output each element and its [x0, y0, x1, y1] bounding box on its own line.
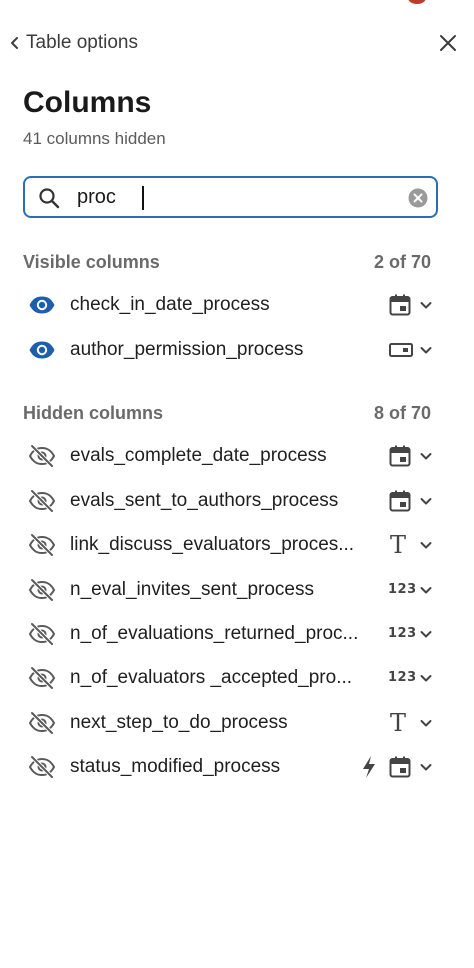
hidden-columns-count: 41 columns hidden — [23, 129, 166, 148]
eye-hidden-icon[interactable] — [28, 666, 56, 690]
column-name: evals_complete_date_process — [70, 445, 327, 466]
column-row[interactable]: author_permission_process — [0, 330, 474, 370]
notification-dot — [408, 0, 426, 4]
lightning-icon — [363, 756, 375, 778]
eye-hidden-icon[interactable] — [28, 578, 56, 602]
column-name: n_of_evaluations_returned_proc... — [70, 623, 359, 644]
chevron-down-icon[interactable] — [418, 537, 434, 553]
eye-hidden-icon[interactable] — [28, 755, 56, 779]
search-input[interactable] — [77, 184, 397, 210]
column-row[interactable]: evals_complete_date_process — [0, 436, 474, 476]
eye-visible-icon[interactable] — [28, 338, 56, 362]
chevron-down-icon[interactable] — [418, 493, 434, 509]
column-row[interactable]: evals_sent_to_authors_process — [0, 481, 474, 521]
close-icon — [440, 35, 456, 51]
chevron-down-icon[interactable] — [418, 342, 434, 358]
back-button[interactable]: Table options — [6, 30, 138, 56]
chevron-down-icon[interactable] — [418, 670, 434, 686]
column-name: n_of_evaluators _accepted_pro... — [70, 667, 353, 688]
chevron-down-icon[interactable] — [418, 448, 434, 464]
chevron-down-icon[interactable] — [418, 759, 434, 775]
column-row[interactable]: n_eval_invites_sent_process 123 — [0, 570, 474, 610]
column-row[interactable]: status_modified_process — [0, 747, 474, 787]
eye-hidden-icon[interactable] — [28, 711, 56, 735]
chevron-down-icon[interactable] — [418, 582, 434, 598]
eye-hidden-icon[interactable] — [28, 533, 56, 557]
chevron-left-icon — [11, 37, 18, 49]
switch-field-icon[interactable] — [388, 338, 414, 362]
eye-hidden-icon[interactable] — [28, 489, 56, 513]
eye-hidden-icon[interactable] — [28, 444, 56, 468]
column-row[interactable]: n_of_evaluations_returned_proc... 123 — [0, 614, 474, 654]
column-row[interactable]: check_in_date_process — [0, 285, 474, 325]
column-name: link_discuss_evaluators_proces... — [70, 534, 355, 555]
chevron-down-icon[interactable] — [418, 297, 434, 313]
visible-columns-header: Visible columns 2 of 70 — [23, 250, 431, 274]
column-row[interactable]: n_of_evaluators _accepted_pro... 123 — [0, 658, 474, 698]
column-name: evals_sent_to_authors_process — [70, 490, 339, 511]
close-button[interactable] — [434, 29, 462, 57]
column-name: status_modified_process — [70, 756, 281, 777]
visible-columns-count: 2 of 70 — [373, 251, 431, 272]
visible-columns-label: Visible columns — [23, 251, 160, 272]
column-row[interactable]: link_discuss_evaluators_proces... T — [0, 525, 474, 565]
hidden-columns-header: Hidden columns 8 of 70 — [23, 401, 431, 425]
column-name: author_permission_process — [70, 339, 304, 360]
hidden-columns-count: 8 of 70 — [373, 402, 431, 423]
eye-visible-icon[interactable] — [28, 293, 56, 317]
hidden-columns-label: Hidden columns — [23, 402, 164, 423]
calendar-icon[interactable] — [388, 489, 412, 513]
column-name: n_eval_invites_sent_process — [70, 579, 314, 600]
calendar-icon[interactable] — [388, 444, 412, 468]
calendar-icon[interactable] — [388, 755, 412, 779]
number-icon[interactable]: 123 — [388, 578, 417, 602]
column-row[interactable]: next_step_to_do_process T — [0, 703, 474, 743]
chevron-down-icon[interactable] — [418, 626, 434, 642]
page-title: Columns — [23, 86, 152, 119]
clear-search-icon[interactable] — [407, 187, 429, 209]
number-icon[interactable]: 123 — [388, 622, 417, 646]
text-icon[interactable]: T — [390, 533, 406, 557]
column-name: check_in_date_process — [70, 294, 270, 315]
text-cursor — [142, 186, 144, 210]
chevron-down-icon[interactable] — [418, 715, 434, 731]
text-icon[interactable]: T — [390, 711, 406, 735]
calendar-icon[interactable] — [388, 293, 412, 317]
column-name: next_step_to_do_process — [70, 712, 288, 733]
number-icon[interactable]: 123 — [388, 666, 417, 690]
search-box[interactable] — [23, 176, 438, 218]
eye-hidden-icon[interactable] — [28, 622, 56, 646]
search-icon — [39, 188, 60, 209]
top-bar: Table options — [0, 26, 474, 60]
back-label: Table options — [26, 32, 138, 53]
